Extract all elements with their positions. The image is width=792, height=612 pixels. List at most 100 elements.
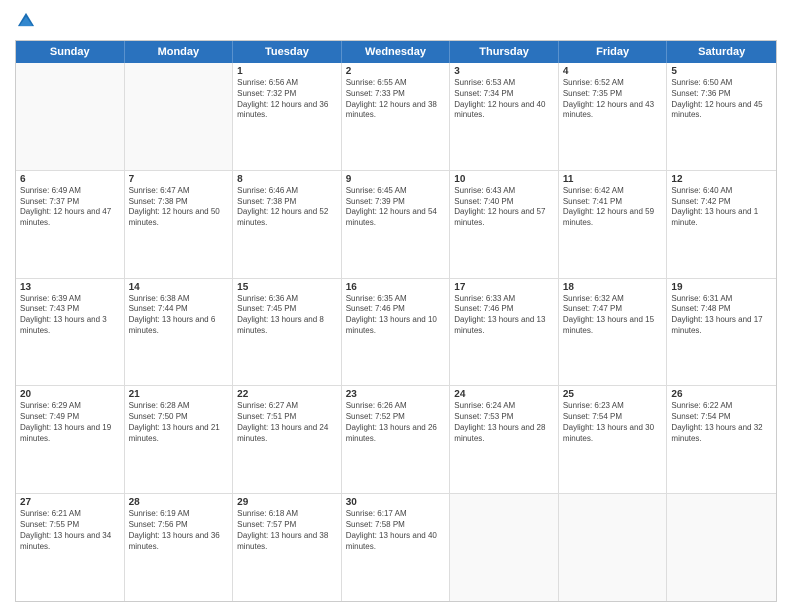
day-cell-18: 18Sunrise: 6:32 AM Sunset: 7:47 PM Dayli…: [559, 279, 668, 386]
day-info: Sunrise: 6:55 AM Sunset: 7:33 PM Dayligh…: [346, 78, 446, 121]
day-header-tuesday: Tuesday: [233, 41, 342, 63]
day-info: Sunrise: 6:36 AM Sunset: 7:45 PM Dayligh…: [237, 294, 337, 337]
day-number: 15: [237, 282, 337, 293]
day-cell-9: 9Sunrise: 6:45 AM Sunset: 7:39 PM Daylig…: [342, 171, 451, 278]
day-number: 27: [20, 497, 120, 508]
day-info: Sunrise: 6:29 AM Sunset: 7:49 PM Dayligh…: [20, 401, 120, 444]
day-number: 5: [671, 66, 772, 77]
day-header-wednesday: Wednesday: [342, 41, 451, 63]
day-number: 24: [454, 389, 554, 400]
day-number: 2: [346, 66, 446, 77]
day-number: 16: [346, 282, 446, 293]
day-info: Sunrise: 6:24 AM Sunset: 7:53 PM Dayligh…: [454, 401, 554, 444]
day-number: 12: [671, 174, 772, 185]
week-row-4: 27Sunrise: 6:21 AM Sunset: 7:55 PM Dayli…: [16, 494, 776, 601]
empty-cell: [667, 494, 776, 601]
day-info: Sunrise: 6:17 AM Sunset: 7:58 PM Dayligh…: [346, 509, 446, 552]
day-info: Sunrise: 6:47 AM Sunset: 7:38 PM Dayligh…: [129, 186, 229, 229]
day-info: Sunrise: 6:43 AM Sunset: 7:40 PM Dayligh…: [454, 186, 554, 229]
day-cell-20: 20Sunrise: 6:29 AM Sunset: 7:49 PM Dayli…: [16, 386, 125, 493]
day-cell-26: 26Sunrise: 6:22 AM Sunset: 7:54 PM Dayli…: [667, 386, 776, 493]
day-info: Sunrise: 6:38 AM Sunset: 7:44 PM Dayligh…: [129, 294, 229, 337]
day-cell-23: 23Sunrise: 6:26 AM Sunset: 7:52 PM Dayli…: [342, 386, 451, 493]
empty-cell: [16, 63, 125, 170]
day-number: 26: [671, 389, 772, 400]
day-number: 22: [237, 389, 337, 400]
day-cell-10: 10Sunrise: 6:43 AM Sunset: 7:40 PM Dayli…: [450, 171, 559, 278]
day-number: 17: [454, 282, 554, 293]
calendar-header: SundayMondayTuesdayWednesdayThursdayFrid…: [16, 41, 776, 63]
day-cell-1: 1Sunrise: 6:56 AM Sunset: 7:32 PM Daylig…: [233, 63, 342, 170]
week-row-3: 20Sunrise: 6:29 AM Sunset: 7:49 PM Dayli…: [16, 386, 776, 494]
day-cell-4: 4Sunrise: 6:52 AM Sunset: 7:35 PM Daylig…: [559, 63, 668, 170]
day-cell-11: 11Sunrise: 6:42 AM Sunset: 7:41 PM Dayli…: [559, 171, 668, 278]
day-cell-27: 27Sunrise: 6:21 AM Sunset: 7:55 PM Dayli…: [16, 494, 125, 601]
day-info: Sunrise: 6:35 AM Sunset: 7:46 PM Dayligh…: [346, 294, 446, 337]
day-number: 13: [20, 282, 120, 293]
day-cell-24: 24Sunrise: 6:24 AM Sunset: 7:53 PM Dayli…: [450, 386, 559, 493]
day-header-sunday: Sunday: [16, 41, 125, 63]
day-cell-19: 19Sunrise: 6:31 AM Sunset: 7:48 PM Dayli…: [667, 279, 776, 386]
day-header-monday: Monday: [125, 41, 234, 63]
day-number: 1: [237, 66, 337, 77]
day-cell-13: 13Sunrise: 6:39 AM Sunset: 7:43 PM Dayli…: [16, 279, 125, 386]
day-number: 10: [454, 174, 554, 185]
day-cell-16: 16Sunrise: 6:35 AM Sunset: 7:46 PM Dayli…: [342, 279, 451, 386]
day-number: 28: [129, 497, 229, 508]
day-header-saturday: Saturday: [667, 41, 776, 63]
day-info: Sunrise: 6:45 AM Sunset: 7:39 PM Dayligh…: [346, 186, 446, 229]
day-cell-29: 29Sunrise: 6:18 AM Sunset: 7:57 PM Dayli…: [233, 494, 342, 601]
day-number: 7: [129, 174, 229, 185]
day-info: Sunrise: 6:31 AM Sunset: 7:48 PM Dayligh…: [671, 294, 772, 337]
week-row-0: 1Sunrise: 6:56 AM Sunset: 7:32 PM Daylig…: [16, 63, 776, 171]
day-info: Sunrise: 6:21 AM Sunset: 7:55 PM Dayligh…: [20, 509, 120, 552]
day-info: Sunrise: 6:18 AM Sunset: 7:57 PM Dayligh…: [237, 509, 337, 552]
day-info: Sunrise: 6:28 AM Sunset: 7:50 PM Dayligh…: [129, 401, 229, 444]
day-number: 25: [563, 389, 663, 400]
day-info: Sunrise: 6:22 AM Sunset: 7:54 PM Dayligh…: [671, 401, 772, 444]
day-info: Sunrise: 6:32 AM Sunset: 7:47 PM Dayligh…: [563, 294, 663, 337]
day-cell-17: 17Sunrise: 6:33 AM Sunset: 7:46 PM Dayli…: [450, 279, 559, 386]
day-info: Sunrise: 6:27 AM Sunset: 7:51 PM Dayligh…: [237, 401, 337, 444]
day-info: Sunrise: 6:39 AM Sunset: 7:43 PM Dayligh…: [20, 294, 120, 337]
day-cell-6: 6Sunrise: 6:49 AM Sunset: 7:37 PM Daylig…: [16, 171, 125, 278]
day-cell-22: 22Sunrise: 6:27 AM Sunset: 7:51 PM Dayli…: [233, 386, 342, 493]
day-info: Sunrise: 6:46 AM Sunset: 7:38 PM Dayligh…: [237, 186, 337, 229]
header: [15, 10, 777, 32]
empty-cell: [125, 63, 234, 170]
day-info: Sunrise: 6:23 AM Sunset: 7:54 PM Dayligh…: [563, 401, 663, 444]
day-number: 14: [129, 282, 229, 293]
day-cell-14: 14Sunrise: 6:38 AM Sunset: 7:44 PM Dayli…: [125, 279, 234, 386]
calendar: SundayMondayTuesdayWednesdayThursdayFrid…: [15, 40, 777, 602]
day-number: 4: [563, 66, 663, 77]
day-info: Sunrise: 6:19 AM Sunset: 7:56 PM Dayligh…: [129, 509, 229, 552]
day-info: Sunrise: 6:42 AM Sunset: 7:41 PM Dayligh…: [563, 186, 663, 229]
day-info: Sunrise: 6:49 AM Sunset: 7:37 PM Dayligh…: [20, 186, 120, 229]
day-cell-15: 15Sunrise: 6:36 AM Sunset: 7:45 PM Dayli…: [233, 279, 342, 386]
day-number: 9: [346, 174, 446, 185]
day-number: 3: [454, 66, 554, 77]
week-row-2: 13Sunrise: 6:39 AM Sunset: 7:43 PM Dayli…: [16, 279, 776, 387]
day-cell-12: 12Sunrise: 6:40 AM Sunset: 7:42 PM Dayli…: [667, 171, 776, 278]
day-cell-5: 5Sunrise: 6:50 AM Sunset: 7:36 PM Daylig…: [667, 63, 776, 170]
calendar-body: 1Sunrise: 6:56 AM Sunset: 7:32 PM Daylig…: [16, 63, 776, 601]
day-cell-3: 3Sunrise: 6:53 AM Sunset: 7:34 PM Daylig…: [450, 63, 559, 170]
day-number: 11: [563, 174, 663, 185]
day-info: Sunrise: 6:33 AM Sunset: 7:46 PM Dayligh…: [454, 294, 554, 337]
day-info: Sunrise: 6:52 AM Sunset: 7:35 PM Dayligh…: [563, 78, 663, 121]
logo: [15, 10, 41, 32]
day-info: Sunrise: 6:50 AM Sunset: 7:36 PM Dayligh…: [671, 78, 772, 121]
logo-icon: [15, 10, 37, 32]
day-cell-30: 30Sunrise: 6:17 AM Sunset: 7:58 PM Dayli…: [342, 494, 451, 601]
day-number: 30: [346, 497, 446, 508]
day-number: 18: [563, 282, 663, 293]
empty-cell: [450, 494, 559, 601]
day-number: 20: [20, 389, 120, 400]
day-number: 29: [237, 497, 337, 508]
empty-cell: [559, 494, 668, 601]
day-info: Sunrise: 6:53 AM Sunset: 7:34 PM Dayligh…: [454, 78, 554, 121]
day-cell-8: 8Sunrise: 6:46 AM Sunset: 7:38 PM Daylig…: [233, 171, 342, 278]
day-number: 19: [671, 282, 772, 293]
day-info: Sunrise: 6:40 AM Sunset: 7:42 PM Dayligh…: [671, 186, 772, 229]
page: SundayMondayTuesdayWednesdayThursdayFrid…: [0, 0, 792, 612]
